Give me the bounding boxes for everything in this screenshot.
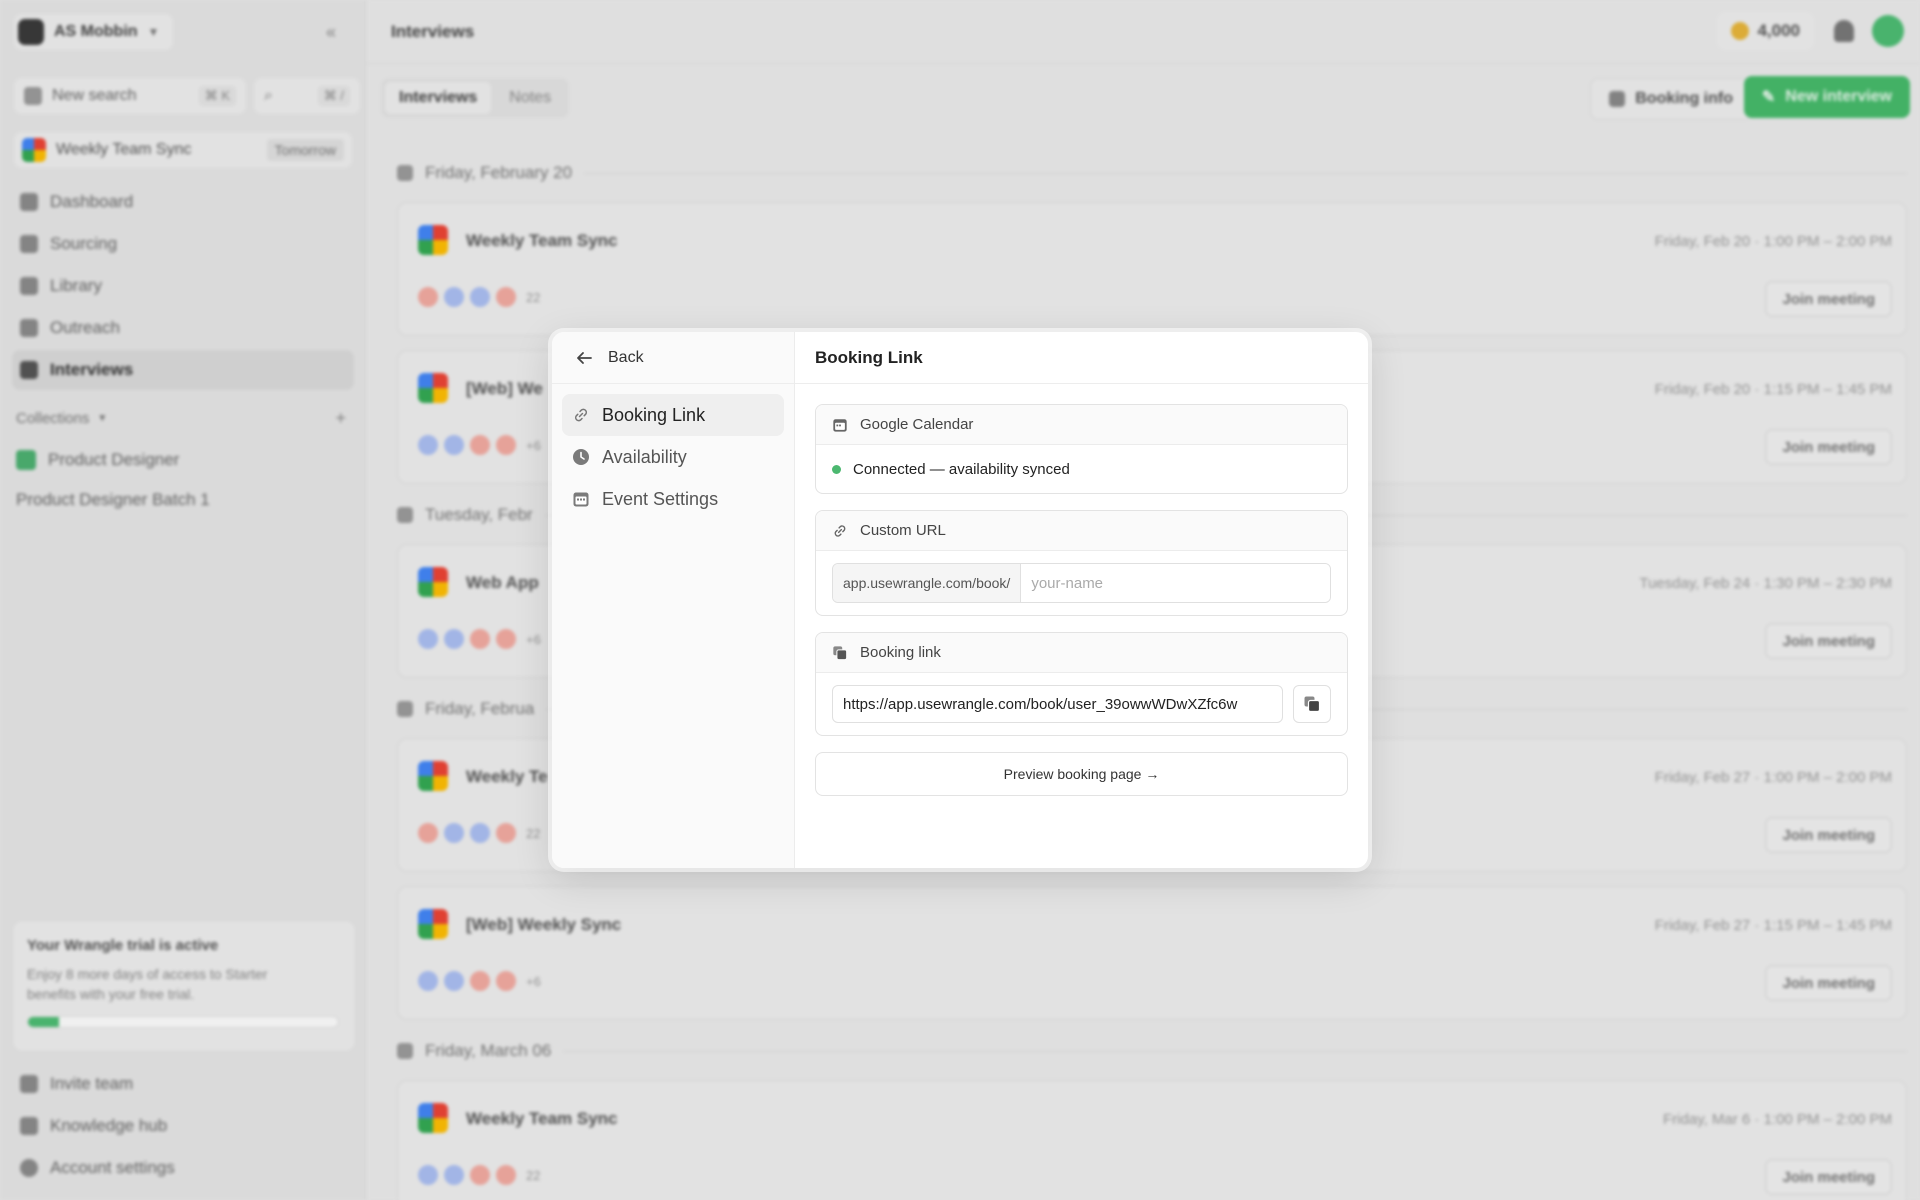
section-body: app.usewrangle.com/book/ — [816, 551, 1347, 615]
clock-icon — [573, 449, 589, 465]
custom-url-input[interactable] — [1021, 564, 1330, 602]
section-header: Google Calendar — [816, 405, 1347, 445]
booking-settings-modal: Back Booking Link Availability Event Set… — [552, 332, 1368, 868]
calendar-icon — [833, 418, 847, 432]
modal-nav-booking-link[interactable]: Booking Link — [562, 394, 784, 436]
back-button[interactable]: Back — [552, 332, 794, 384]
connection-status: Connected — availability synced — [832, 461, 1070, 478]
modal-nav: Booking Link Availability Event Settings — [552, 384, 794, 530]
modal-nav-event-settings[interactable]: Event Settings — [562, 478, 784, 520]
section-header: Booking link — [816, 633, 1347, 673]
status-dot-icon — [832, 464, 841, 474]
section-label: Google Calendar — [860, 416, 974, 433]
copy-link-button[interactable] — [1293, 685, 1331, 723]
section-body: https://app.usewrangle.com/book/user_39o… — [816, 673, 1347, 735]
modal-body: Google Calendar Connected — availability… — [795, 384, 1368, 796]
custom-url-section: Custom URL app.usewrangle.com/book/ — [815, 510, 1348, 616]
modal-title: Booking Link — [795, 332, 1368, 384]
modal-nav-label: Availability — [602, 446, 687, 467]
modal-nav-availability[interactable]: Availability — [562, 436, 784, 478]
booking-link-field[interactable]: https://app.usewrangle.com/book/user_39o… — [832, 685, 1283, 723]
section-label: Custom URL — [860, 522, 946, 539]
google-calendar-section: Google Calendar Connected — availability… — [815, 404, 1348, 494]
status-text: Connected — availability synced — [853, 460, 1070, 478]
booking-link-section: Booking link https://app.usewrangle.com/… — [815, 632, 1348, 736]
link-icon — [574, 408, 588, 422]
arrow-left-icon — [577, 351, 592, 364]
modal-sidebar: Back Booking Link Availability Event Set… — [552, 332, 795, 868]
calendar-icon — [573, 492, 589, 507]
section-header: Custom URL — [816, 511, 1347, 551]
section-label: Booking link — [860, 644, 941, 661]
section-body: Connected — availability synced — [816, 445, 1347, 493]
url-prefix: app.usewrangle.com/book/ — [833, 564, 1022, 602]
preview-booking-page-button[interactable]: Preview booking page → — [815, 752, 1348, 796]
back-label: Back — [608, 348, 644, 366]
modal-nav-label: Event Settings — [602, 488, 719, 509]
custom-url-field: app.usewrangle.com/book/ — [832, 563, 1331, 603]
copy-icon — [1304, 696, 1321, 713]
modal-nav-label: Booking Link — [602, 404, 706, 425]
copy-icon — [833, 645, 848, 660]
modal-main: Booking Link Google Calendar Connected —… — [795, 332, 1368, 868]
link-icon — [834, 524, 846, 537]
